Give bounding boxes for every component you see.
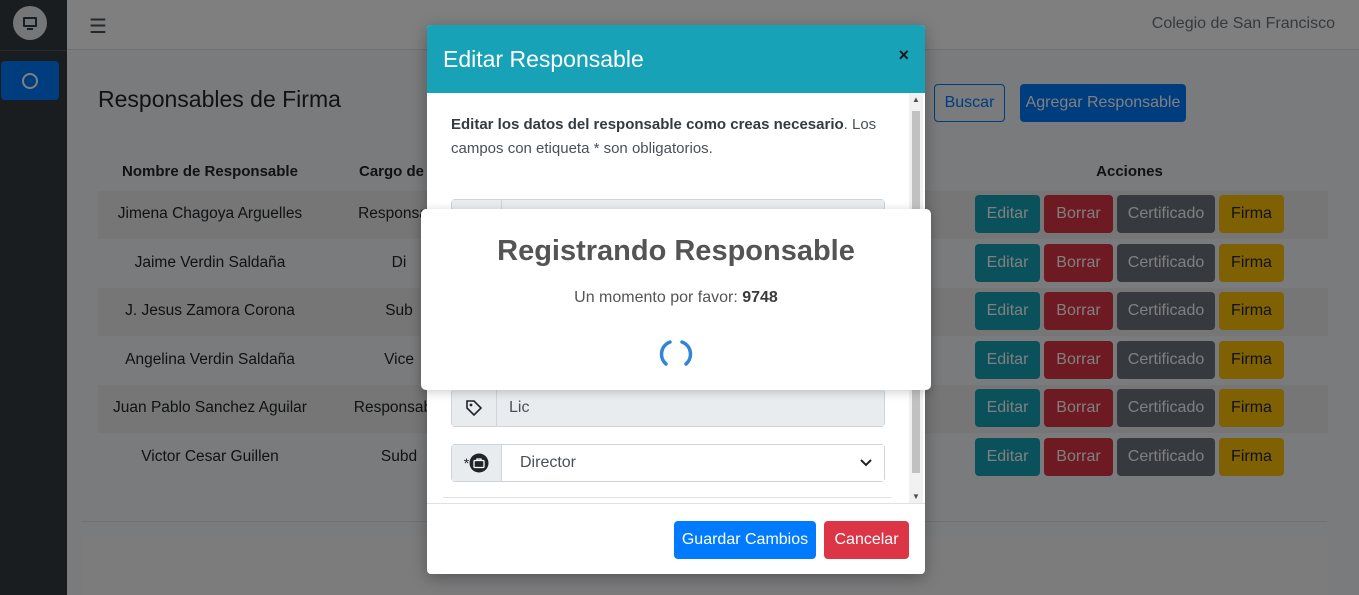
titulo-field[interactable]: Lic [497, 390, 884, 426]
tag-icon [466, 400, 483, 417]
loading-message: Un momento por favor: 9748 [421, 289, 931, 307]
scroll-down-icon[interactable]: ▼ [912, 492, 920, 501]
modal-title: Editar Responsable [443, 46, 644, 72]
cargo-select[interactable]: Director [502, 445, 884, 481]
form-instructions: Editar los datos del responsable como cr… [451, 113, 881, 161]
titulo-input-group: Lic [451, 389, 885, 427]
loading-message-text: Un momento por favor: [574, 289, 738, 306]
cargo-input-group: * Director [451, 444, 885, 482]
chevron-down-icon [860, 459, 872, 467]
loading-title: Registrando Responsable [497, 235, 855, 267]
cancelar-button[interactable]: Cancelar [824, 521, 909, 559]
instructions-bold: Editar los datos del responsable como cr… [451, 116, 844, 133]
titulo-prefix [452, 390, 497, 426]
briefcase-icon [469, 453, 489, 473]
close-icon[interactable]: × [898, 45, 909, 66]
guardar-cambios-button[interactable]: Guardar Cambios [674, 521, 816, 559]
loading-dialog: Registrando Responsable Un momento por f… [421, 209, 931, 390]
body-divider [443, 497, 891, 498]
loading-spinner-icon [659, 340, 693, 366]
modal-header: Editar Responsable × [427, 25, 925, 93]
cargo-prefix: * [452, 445, 502, 481]
modal-footer: Guardar Cambios Cancelar [427, 503, 925, 574]
scroll-up-icon[interactable]: ▲ [912, 95, 920, 104]
cargo-selected-value: Director [520, 454, 577, 471]
loading-code: 9748 [742, 289, 778, 306]
